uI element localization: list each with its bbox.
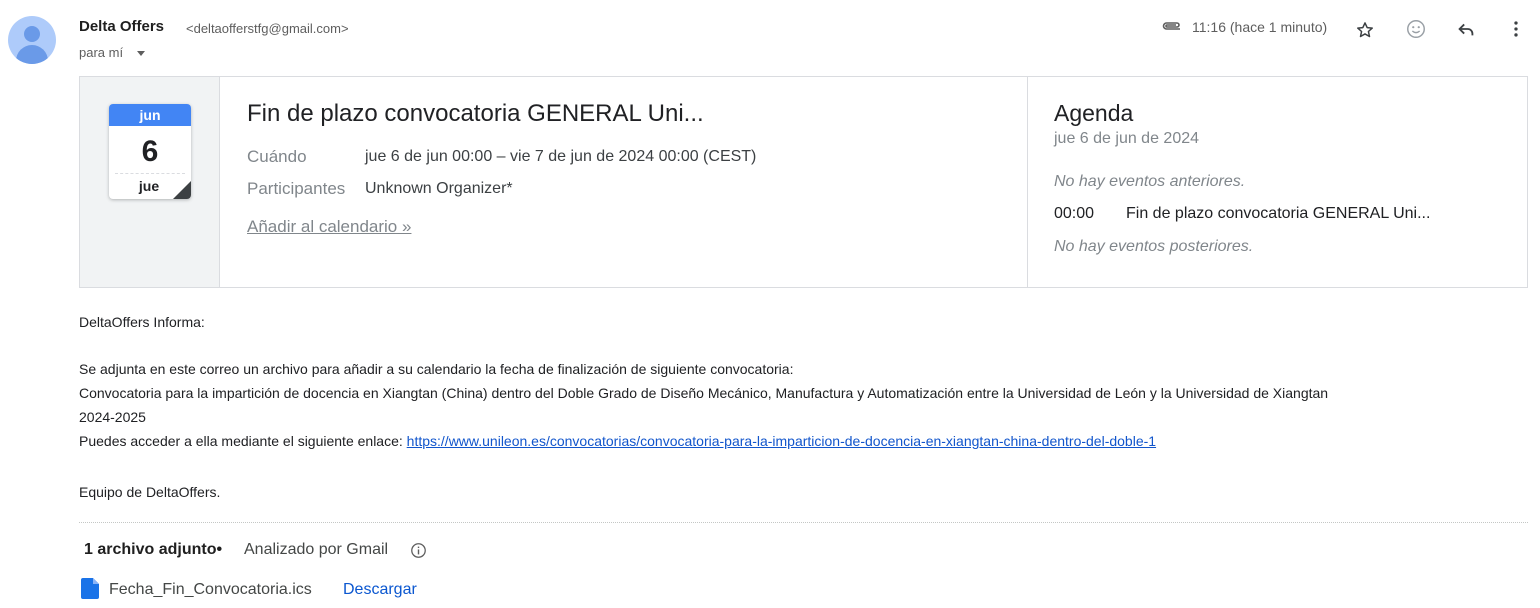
agenda-divider: [1027, 77, 1028, 287]
convocatoria-link[interactable]: https://www.unileon.es/convocatorias/con…: [407, 433, 1156, 449]
avatar-head-shape: [24, 26, 40, 42]
scanned-by-gmail-label: Analizado por Gmail: [244, 541, 389, 558]
when-label: Cuándo: [247, 147, 307, 166]
star-icon: [1357, 22, 1373, 38]
body-line-3: 2024-2025: [79, 409, 146, 425]
sender-name[interactable]: Delta Offers: [79, 18, 164, 35]
calendar-dashed-divider: [115, 173, 185, 174]
reply-icon: [1458, 23, 1474, 36]
participants-label: Participantes: [247, 179, 346, 198]
file-icon: [81, 578, 99, 604]
attachment-file-name[interactable]: Fecha_Fin_Convocatoria.ics: [109, 581, 312, 599]
calendar-date-icon: jun 6 jue: [109, 104, 191, 199]
sender-avatar[interactable]: [8, 16, 56, 64]
recipient-label[interactable]: para mí: [79, 45, 123, 60]
sender-email: <deltaofferstfg@gmail.com>: [186, 21, 349, 36]
more-vert-icon: [1514, 21, 1518, 37]
agenda-no-next: No hay eventos posteriores.: [1054, 238, 1254, 255]
emoji-icon: [1407, 20, 1425, 38]
agenda-event-title[interactable]: Fin de plazo convocatoria GENERAL Uni...: [1126, 205, 1430, 223]
recipient-details-caret-icon[interactable]: [137, 51, 145, 56]
timestamp: 11:16 (hace 1 minuto): [1192, 19, 1328, 35]
calendar-day: 6: [141, 135, 159, 168]
attachment-separator-dot: •: [216, 541, 223, 558]
body-line-1: Se adjunta en este correo un archivo par…: [79, 361, 794, 377]
agenda-no-previous: No hay eventos anteriores.: [1054, 173, 1246, 190]
download-link[interactable]: Descargar: [343, 581, 417, 599]
more-options-button[interactable]: [1502, 15, 1530, 43]
agenda-event-time: 00:00: [1054, 205, 1095, 222]
add-reaction-button[interactable]: [1402, 15, 1430, 43]
calendar-month: jun: [109, 104, 191, 126]
body-link-line: Puedes acceder a ella mediante el siguie…: [79, 433, 1156, 449]
calendar-page-fold: [173, 181, 191, 199]
agenda-date: jue 6 de jun de 2024: [1054, 130, 1200, 147]
when-value: jue 6 de jun 00:00 – vie 7 de jun de 202…: [365, 148, 757, 165]
agenda-title: Agenda: [1054, 100, 1134, 126]
attachments-separator: [79, 522, 1528, 523]
attachment-clip-icon: [1160, 20, 1182, 39]
avatar-body-shape: [16, 45, 48, 64]
attachment-count: 1 archivo adjunto•: [84, 541, 222, 559]
body-line-2: Convocatoria para la impartición de doce…: [79, 385, 1329, 401]
event-title: Fin de plazo convocatoria GENERAL Uni...: [247, 100, 704, 127]
body-signature: Equipo de DeltaOffers.: [79, 484, 221, 500]
attachment-count-label: 1 archivo adjunto: [84, 541, 217, 558]
add-to-calendar-link[interactable]: Añadir al calendario »: [247, 217, 411, 237]
participants-value: Unknown Organizer*: [365, 180, 513, 197]
reply-button[interactable]: [1452, 15, 1480, 43]
star-button[interactable]: [1351, 16, 1379, 44]
info-icon[interactable]: [410, 542, 427, 564]
body-link-prefix: Puedes acceder a ella mediante el siguie…: [79, 433, 407, 449]
body-greeting: DeltaOffers Informa:: [79, 314, 205, 330]
